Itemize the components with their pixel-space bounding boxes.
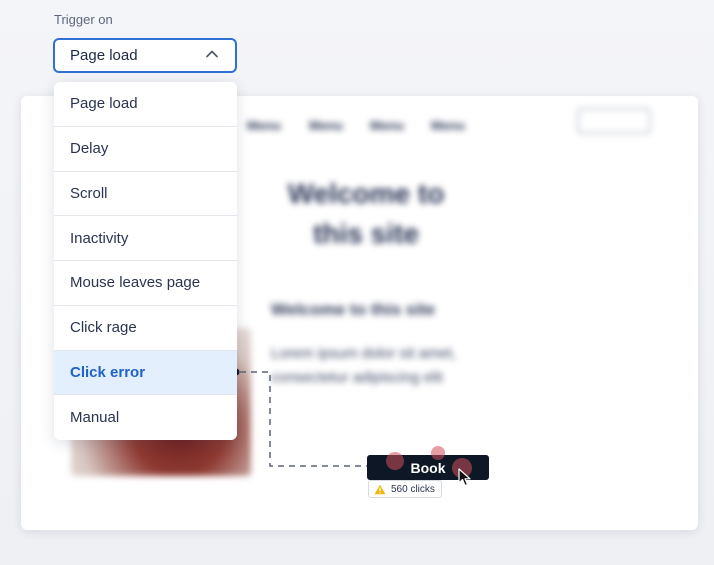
option-page-load[interactable]: Page load xyxy=(54,82,237,127)
trigger-select-value: Page load xyxy=(70,47,138,64)
trigger-dropdown-menu: Page load Delay Scroll Inactivity Mouse … xyxy=(54,82,237,440)
trigger-select[interactable]: Page load xyxy=(53,38,237,73)
click-marker xyxy=(386,452,404,470)
clicks-count-badge: 560 clicks xyxy=(368,480,442,498)
option-inactivity[interactable]: Inactivity xyxy=(54,216,237,261)
click-marker xyxy=(431,446,445,460)
option-manual[interactable]: Manual xyxy=(54,395,237,440)
option-mouse-leaves-page[interactable]: Mouse leaves page xyxy=(54,261,237,306)
clicks-count: 560 clicks xyxy=(391,483,435,495)
trigger-label: Trigger on xyxy=(54,12,113,27)
option-scroll[interactable]: Scroll xyxy=(54,172,237,217)
cursor-icon xyxy=(458,468,471,487)
option-click-error[interactable]: Click error xyxy=(54,350,237,396)
chevron-up-icon xyxy=(206,50,218,58)
connector-path xyxy=(240,371,367,467)
option-delay[interactable]: Delay xyxy=(54,127,237,172)
option-click-rage[interactable]: Click rage xyxy=(54,306,237,351)
warning-icon xyxy=(374,484,386,494)
